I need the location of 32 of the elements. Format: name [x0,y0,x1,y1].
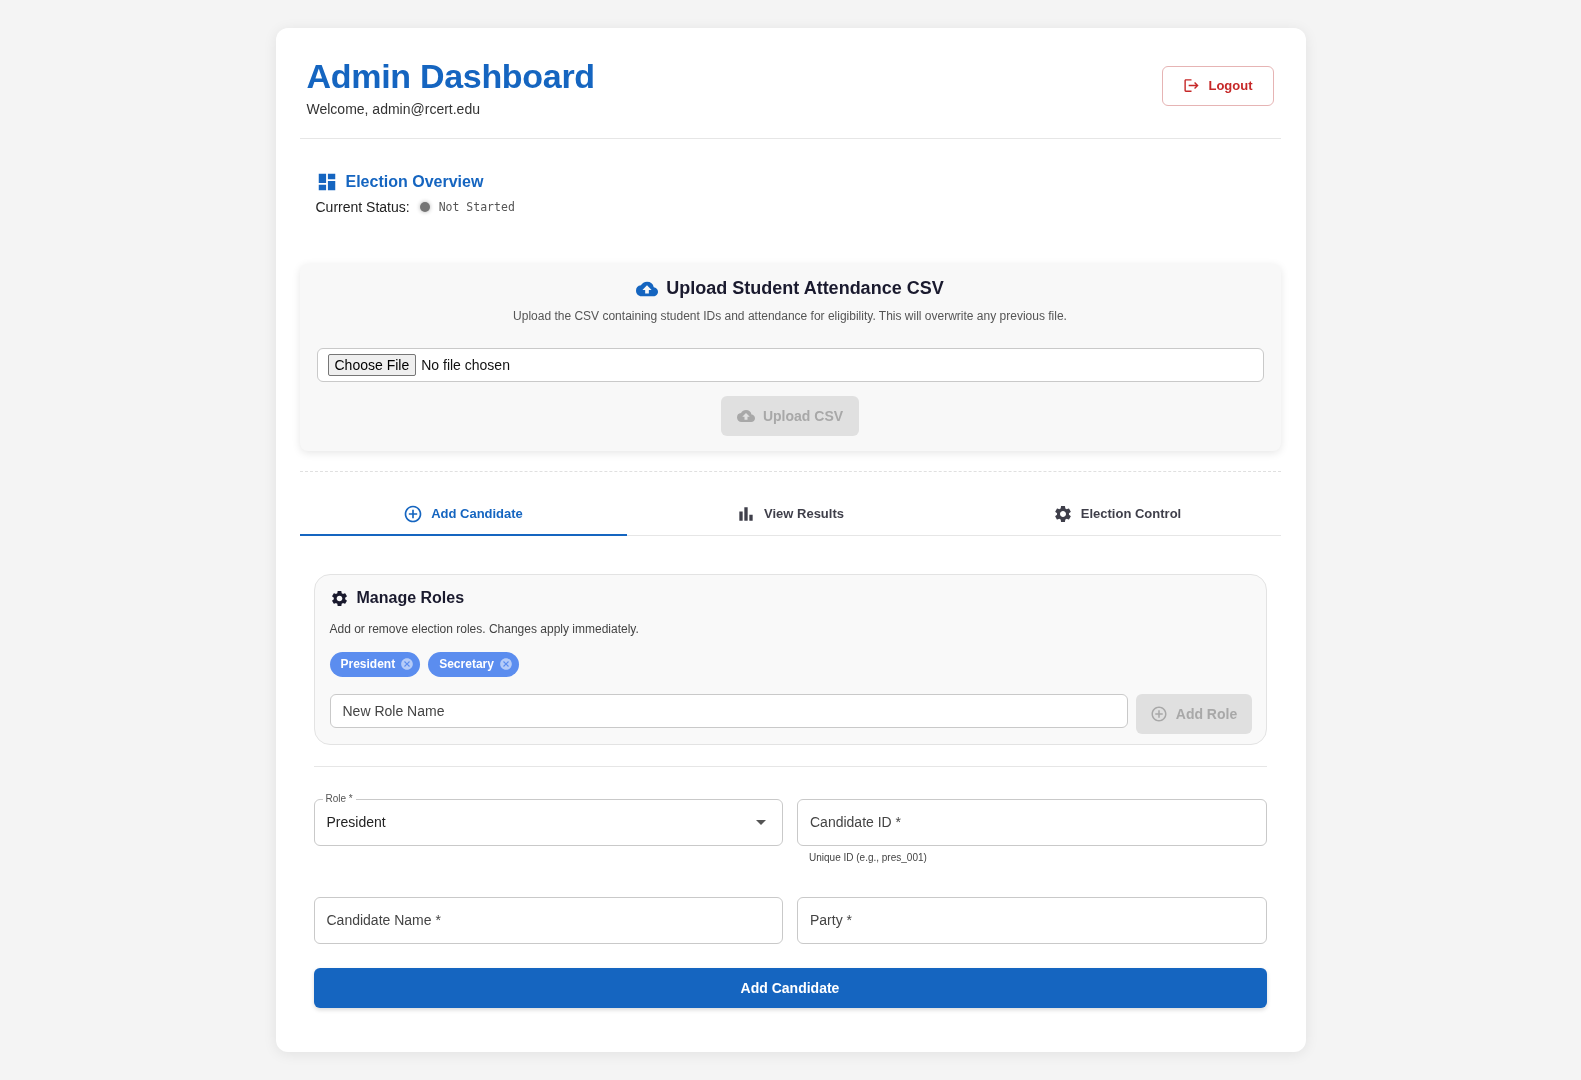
add-candidate-button[interactable]: Add Candidate [313,967,1267,1008]
upload-title: Upload Student Attendance CSV [666,278,944,299]
role-chip[interactable]: President [329,651,421,677]
logout-button[interactable]: Logout [1162,65,1274,106]
remove-icon[interactable] [400,657,415,671]
section-title: Manage Roles [356,589,465,607]
text-field[interactable]: Party * [797,896,1267,944]
file-input-field[interactable]: Choose File No file chosen [316,347,1264,382]
section-title: Election Overview [345,172,484,191]
status-dot-icon [419,201,430,212]
roles-description: Add or remove election roles. Changes apply immediately. [329,621,639,636]
text-field[interactable]: Candidate ID * [797,798,1267,846]
logout-icon [1183,77,1201,95]
field-label: Role * [322,791,356,805]
text-field[interactable]: Candidate Name * [313,896,783,944]
choose-file-button[interactable]: Choose File [327,353,417,376]
caret-icon [756,819,766,825]
tab[interactable]: Election Control [953,492,1281,536]
tab[interactable]: View Results [626,492,954,536]
tab[interactable]: Add Candidate [299,492,627,536]
status-label: Current Status: [315,198,410,215]
remove-icon[interactable] [498,657,513,671]
welcome-text: Welcome, admin@rcert.edu [306,100,480,117]
page-title: Admin Dashboard [306,56,595,97]
file-status-text: No file chosen [421,356,510,373]
role-chip[interactable]: Secretary [428,651,519,677]
new-role-field[interactable]: New Role Name [329,693,1128,728]
gear-icon [329,588,349,608]
status-text: Not Started [438,199,515,214]
helper-text: Unique ID (e.g., pres_001) [809,851,927,863]
gear-icon [1052,503,1073,524]
upload-description: Upload the CSV containing student IDs and attendance for eligibility. This will overwrite any previous file. [513,308,1067,323]
